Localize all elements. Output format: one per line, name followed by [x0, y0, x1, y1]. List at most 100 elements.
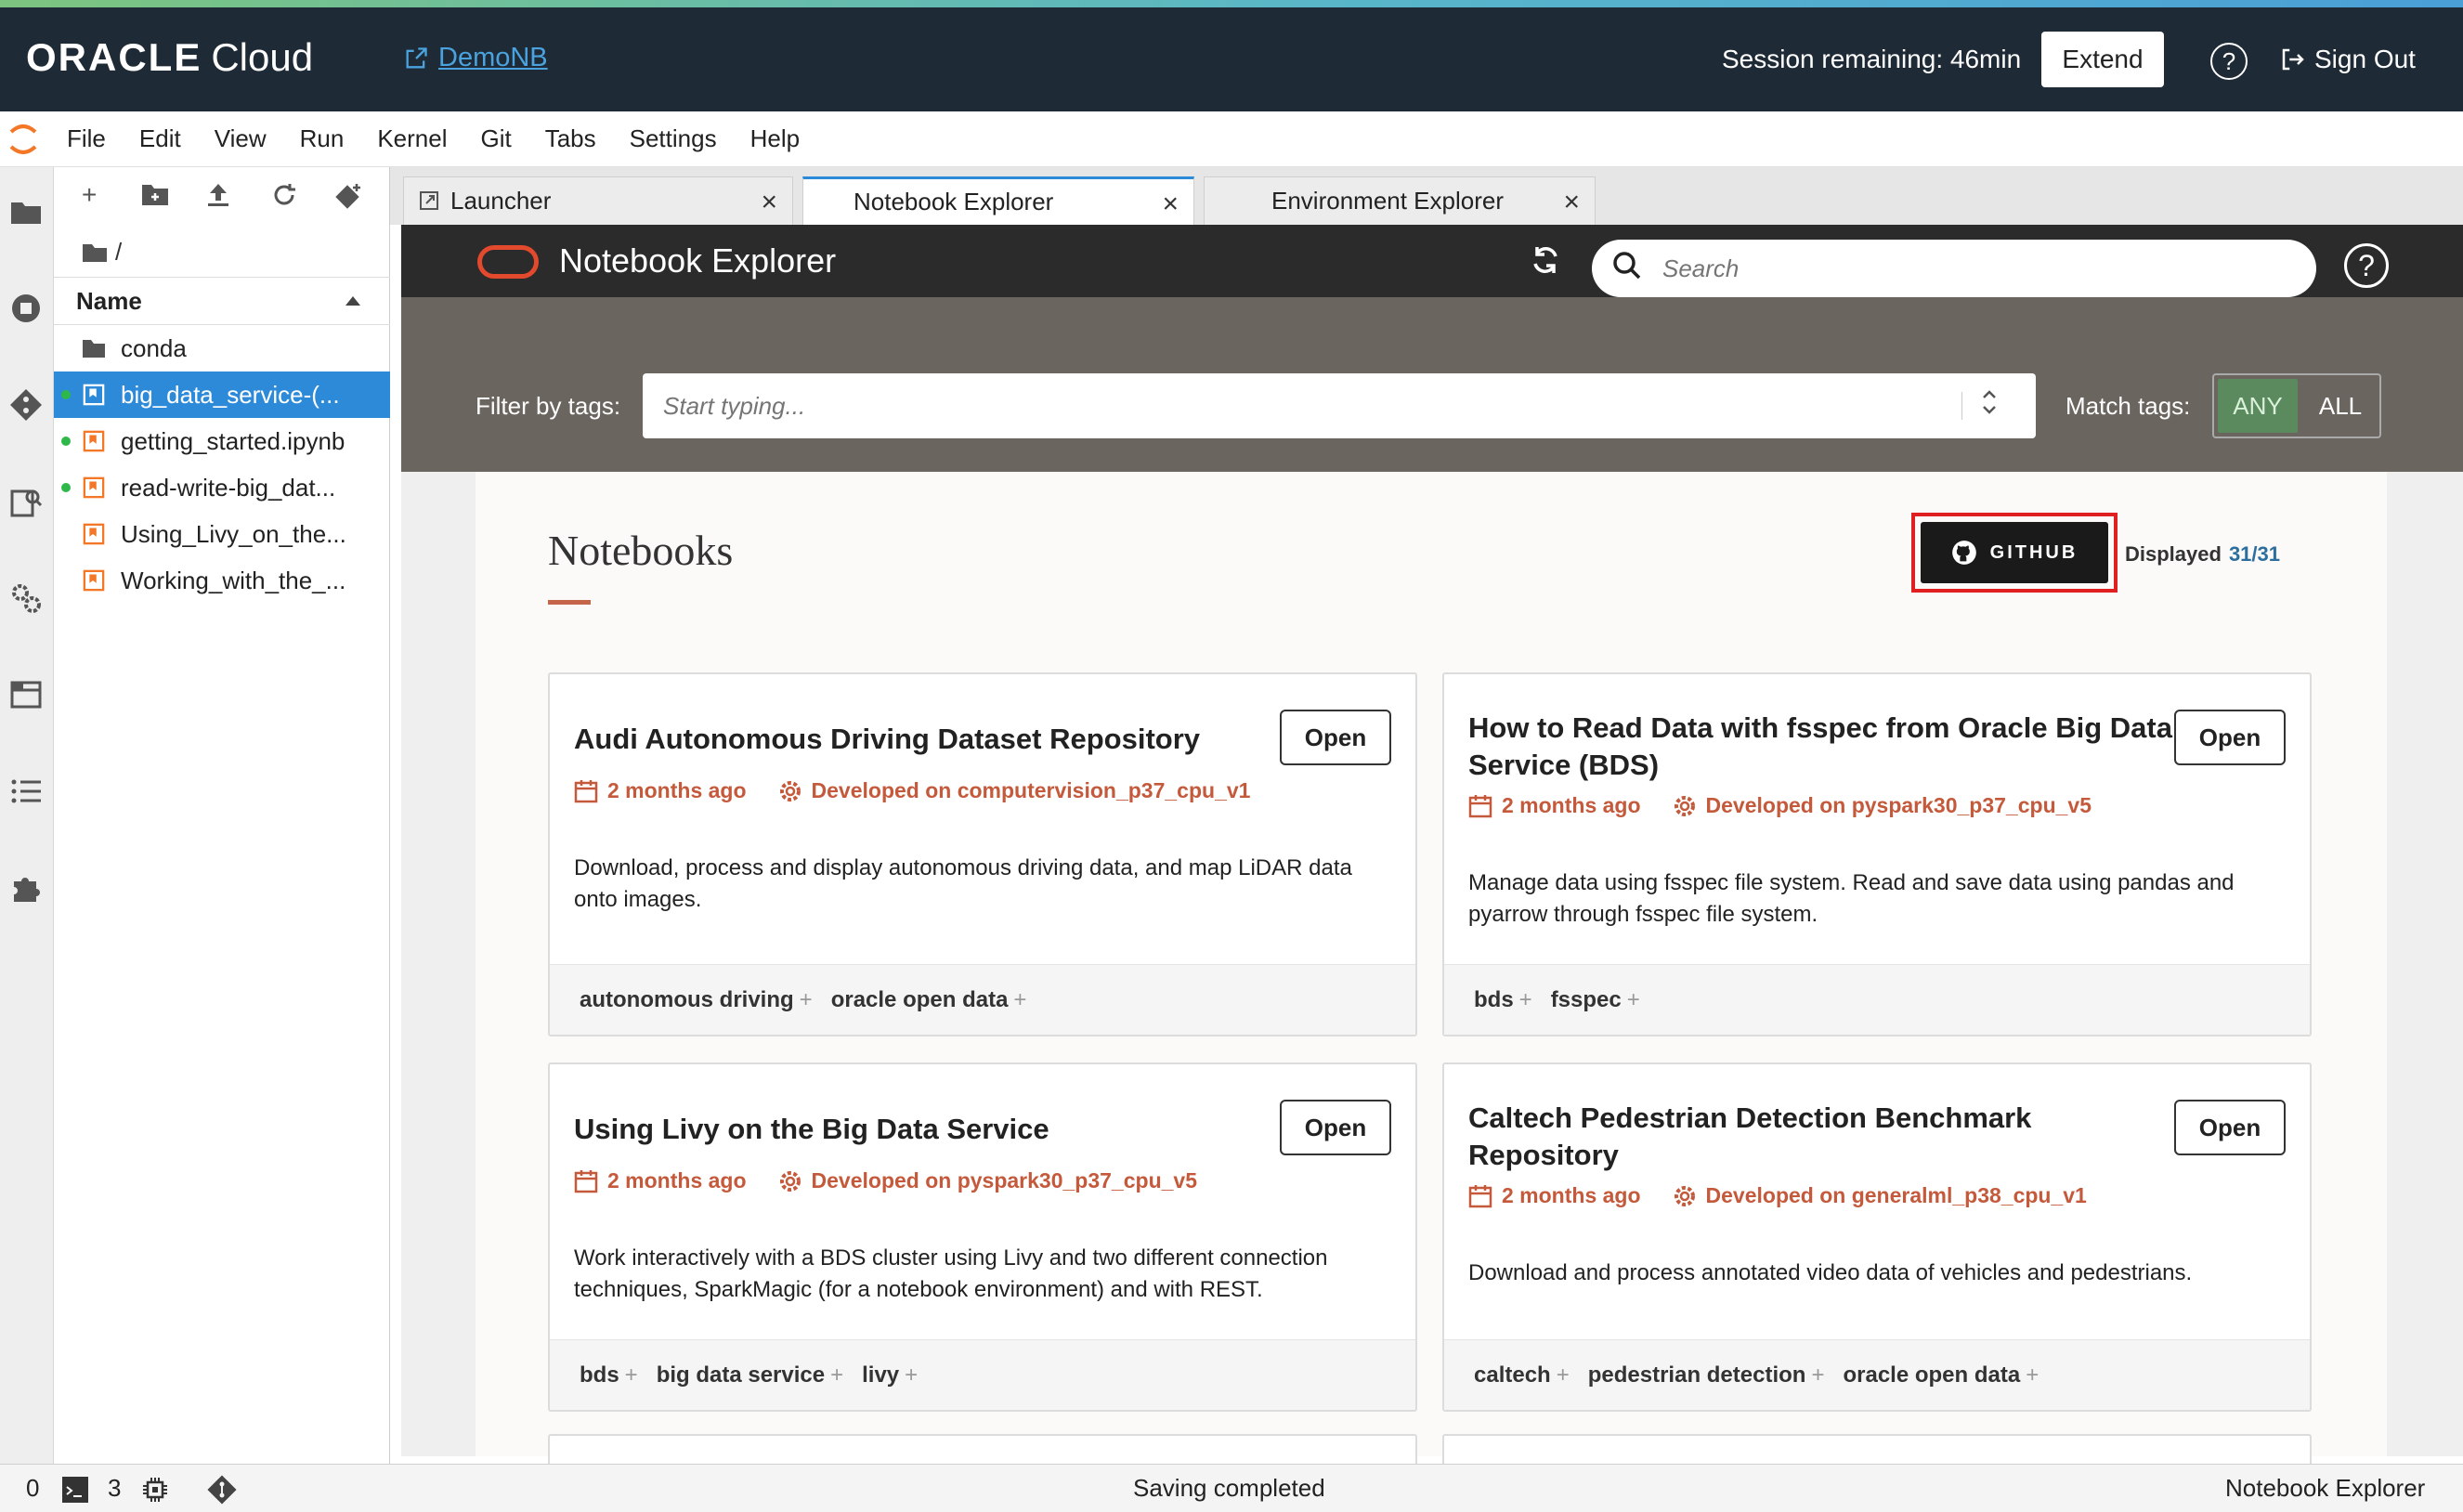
- menu-tabs[interactable]: Tabs: [545, 124, 596, 153]
- tab-environment-explorer[interactable]: Environment Explorer ×: [1204, 176, 1596, 225]
- menu-run[interactable]: Run: [300, 124, 345, 153]
- extend-button[interactable]: Extend: [2041, 32, 2164, 87]
- tab-notebook-explorer[interactable]: Notebook Explorer ×: [802, 176, 1194, 225]
- close-icon[interactable]: ×: [761, 187, 777, 218]
- cpu-chip-icon[interactable]: [141, 1476, 169, 1510]
- git-status-icon[interactable]: [206, 1474, 238, 1512]
- upload-icon[interactable]: [206, 182, 230, 215]
- open-button[interactable]: Open: [2174, 1100, 2286, 1155]
- menu-items: File Edit View Run Kernel Git Tabs Setti…: [67, 124, 833, 153]
- extension-puzzle-icon[interactable]: [7, 869, 45, 906]
- tag-item[interactable]: bds +: [580, 1362, 638, 1388]
- filter-tags-select[interactable]: [643, 373, 2036, 438]
- help-icon[interactable]: ?: [2344, 243, 2389, 288]
- match-any-button[interactable]: ANY: [2218, 379, 2298, 433]
- menu-kernel[interactable]: Kernel: [377, 124, 447, 153]
- property-inspector-icon[interactable]: [7, 483, 45, 520]
- card-title: Using Livy on the Big Data Service: [574, 1113, 1049, 1145]
- gear-icon: [779, 780, 801, 802]
- card-tags: autonomous driving + oracle open data +: [550, 964, 1415, 1035]
- breadcrumb-path[interactable]: /: [115, 238, 122, 267]
- column-name-label: Name: [76, 286, 142, 315]
- folder-icon[interactable]: [82, 242, 108, 263]
- menu-git[interactable]: Git: [480, 124, 511, 153]
- file-name: conda: [121, 333, 187, 362]
- card-date: 2 months ago: [1502, 793, 1641, 817]
- card-description: Manage data using fsspec file system. Re…: [1468, 870, 2235, 927]
- search-input[interactable]: [1662, 253, 2275, 284]
- menu-edit[interactable]: Edit: [139, 124, 181, 153]
- git-clone-icon[interactable]: [334, 182, 362, 216]
- activity-bar: [0, 167, 54, 1464]
- card-tags: bds + fsspec +: [1444, 964, 2310, 1035]
- file-row-using-livy[interactable]: Using_Livy_on_the...: [54, 511, 390, 557]
- settings-gears-icon[interactable]: [7, 580, 45, 617]
- git-icon[interactable]: [7, 386, 45, 424]
- terminal-icon[interactable]: [61, 1476, 89, 1510]
- running-stop-icon[interactable]: [7, 290, 45, 327]
- file-name: Working_with_the_...: [121, 566, 346, 594]
- launcher-icon: [420, 191, 438, 210]
- menu-view[interactable]: View: [215, 124, 267, 153]
- column-header-name[interactable]: Name: [54, 277, 390, 325]
- notebook-explorer-header: Notebook Explorer ?: [401, 225, 2463, 297]
- file-row-read-write[interactable]: read-write-big_dat...: [54, 464, 390, 511]
- close-icon[interactable]: ×: [1162, 189, 1179, 220]
- new-folder-icon[interactable]: [141, 182, 169, 213]
- file-row-getting-started[interactable]: getting_started.ipynb: [54, 418, 390, 464]
- menu-help[interactable]: Help: [750, 124, 800, 153]
- notebook-icon: [83, 476, 105, 499]
- menu-file[interactable]: File: [67, 124, 106, 153]
- file-row-working-with[interactable]: Working_with_the_...: [54, 557, 390, 604]
- tag-item[interactable]: autonomous driving +: [580, 987, 813, 1013]
- notebook-icon: [83, 523, 105, 545]
- tag-item[interactable]: fsspec +: [1551, 987, 1640, 1013]
- card-date: 2 months ago: [607, 1168, 747, 1193]
- tabs-window-icon[interactable]: [7, 676, 45, 713]
- section-title: Notebooks: [548, 527, 734, 574]
- tag-item[interactable]: oracle open data +: [1843, 1362, 2039, 1388]
- select-updown-icon[interactable]: [1980, 386, 1999, 420]
- new-launcher-icon[interactable]: +: [82, 180, 97, 210]
- project-link[interactable]: DemoNB: [403, 43, 548, 73]
- tag-item[interactable]: livy +: [862, 1362, 918, 1388]
- file-row-conda[interactable]: conda: [54, 325, 390, 371]
- card-title: Audi Autonomous Driving Dataset Reposito…: [574, 723, 1201, 755]
- open-button[interactable]: Open: [1280, 710, 1391, 765]
- open-button[interactable]: Open: [1280, 1100, 1391, 1155]
- github-button[interactable]: GITHUB: [1921, 522, 2108, 583]
- search-box[interactable]: [1592, 240, 2316, 297]
- file-name: read-write-big_dat...: [121, 473, 336, 502]
- match-all-button[interactable]: ALL: [2301, 379, 2379, 433]
- close-icon[interactable]: ×: [1563, 187, 1580, 218]
- file-row-big-data-service[interactable]: big_data_service-(...: [54, 371, 390, 418]
- displayed-number: 31/31: [2228, 542, 2280, 566]
- menu-settings[interactable]: Settings: [630, 124, 717, 153]
- sign-out-button[interactable]: Sign Out: [2279, 45, 2416, 74]
- github-icon: [1951, 541, 1976, 565]
- oracle-logo-icon: [477, 245, 539, 279]
- status-kernel-count[interactable]: 0: [26, 1474, 39, 1503]
- tag-item[interactable]: bds +: [1474, 987, 1532, 1013]
- tab-launcher[interactable]: Launcher ×: [403, 176, 793, 225]
- help-icon[interactable]: ?: [2210, 43, 2248, 80]
- sign-out-label: Sign Out: [2314, 45, 2416, 73]
- tag-item[interactable]: oracle open data +: [831, 987, 1027, 1013]
- refresh-icon[interactable]: [1529, 243, 1562, 285]
- status-terminal-count[interactable]: 3: [108, 1474, 121, 1503]
- filter-bar: Filter by tags: Match tags: ANY ALL: [401, 297, 2463, 472]
- status-current-view: Notebook Explorer: [2225, 1474, 2426, 1502]
- folder-icon: [83, 340, 105, 358]
- match-tags-label: Match tags:: [2066, 392, 2191, 420]
- folder-icon[interactable]: [7, 193, 45, 230]
- tag-item[interactable]: pedestrian detection +: [1588, 1362, 1825, 1388]
- toc-list-icon[interactable]: [7, 773, 45, 810]
- notebook-icon: [83, 569, 105, 592]
- oracle-cloud-logo[interactable]: ORACLE Cloud: [26, 35, 313, 80]
- filter-tags-input[interactable]: [663, 390, 1945, 422]
- status-bar: 0 3 Saving completed Notebook Explorer: [0, 1464, 2463, 1512]
- open-button[interactable]: Open: [2174, 710, 2286, 765]
- tag-item[interactable]: caltech +: [1474, 1362, 1570, 1388]
- refresh-icon[interactable]: [271, 182, 297, 215]
- tag-item[interactable]: big data service +: [657, 1362, 843, 1388]
